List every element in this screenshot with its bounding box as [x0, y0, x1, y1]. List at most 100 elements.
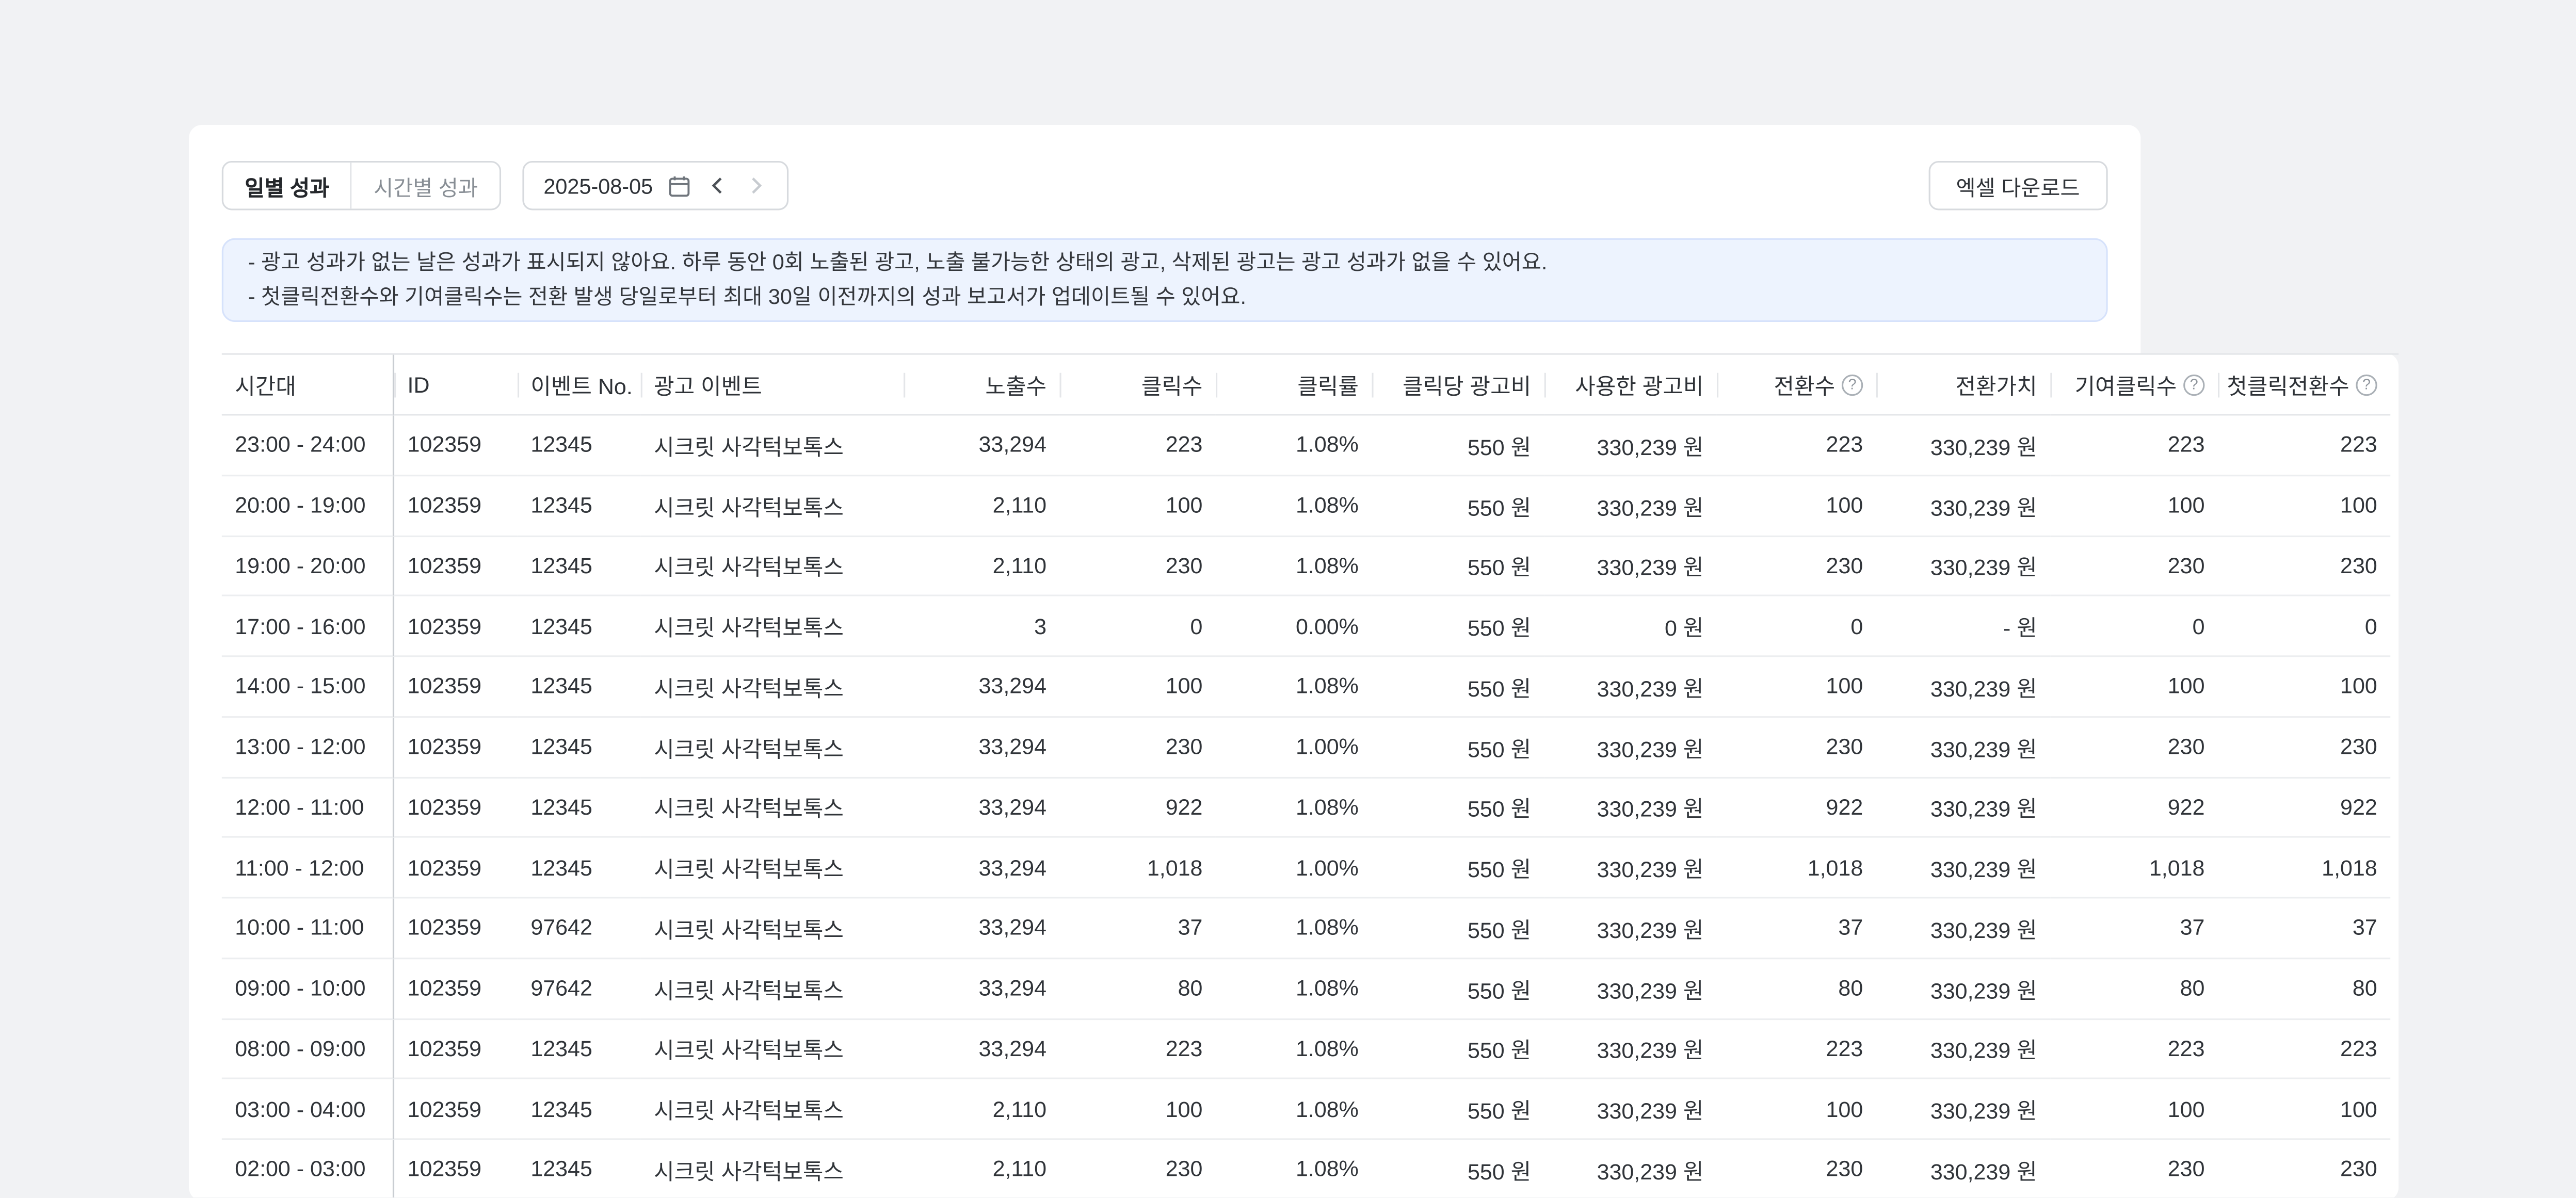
table-cell: 330,239 원 — [1544, 959, 1717, 1019]
table-cell: 23:00 - 24:00 — [222, 415, 394, 476]
table-cell: 97642 — [518, 959, 641, 1019]
help-icon[interactable]: ? — [2356, 374, 2377, 395]
date-picker[interactable]: 2025-08-05 — [522, 161, 789, 211]
column-header: 첫클릭전환수? — [2218, 355, 2390, 416]
table-cell: 330,239 원 — [1876, 838, 2050, 898]
table-cell: 37 — [1717, 898, 1876, 959]
table-cell: 922 — [1717, 778, 1876, 838]
table-cell: 12345 — [518, 415, 641, 476]
excel-download-button[interactable]: 엑셀 다운로드 — [1928, 161, 2107, 211]
table-cell: 100 — [1717, 476, 1876, 536]
table-cell: 1,018 — [2050, 838, 2218, 898]
tab-hourly-performance[interactable]: 시간별 성과 — [351, 163, 500, 208]
table-cell: - 원 — [1876, 596, 2050, 657]
table-row: 11:00 - 12:0010235912345시크릿 사각턱보톡스33,294… — [222, 838, 2398, 898]
column-header: 기여클릭수? — [2050, 355, 2218, 416]
table-cell: 102359 — [394, 1140, 518, 1198]
calendar-icon[interactable] — [668, 173, 693, 198]
table-cell: 02:00 - 03:00 — [222, 1140, 394, 1198]
table-cell: 100 — [2218, 1079, 2390, 1140]
column-header-label: 기여클릭수 — [2075, 368, 2177, 401]
table-row: 02:00 - 03:0010235912345시크릿 사각턱보톡스2,1102… — [222, 1140, 2398, 1198]
table-cell: 12345 — [518, 1019, 641, 1079]
table-cell: 100 — [2218, 476, 2390, 536]
table-cell: 0 원 — [1544, 596, 1717, 657]
table-cell: 330,239 원 — [1876, 778, 2050, 838]
previous-day-button chevron-left-icon[interactable] — [707, 174, 730, 197]
column-header-label: ID — [408, 372, 430, 397]
table-cell: 550 원 — [1372, 415, 1544, 476]
table-cell: 330,239 원 — [1544, 657, 1717, 717]
table-cell: 33,294 — [904, 898, 1059, 959]
help-icon[interactable]: ? — [1842, 374, 1863, 395]
table-cell: 330,239 원 — [1876, 959, 2050, 1019]
column-header-label: 클릭당 광고비 — [1403, 368, 1531, 401]
table-cell: 550 원 — [1372, 1079, 1544, 1140]
table-cell: 3 — [904, 596, 1059, 657]
table-cell: 1.08% — [1216, 536, 1372, 596]
table-cell: 102359 — [394, 476, 518, 536]
table-cell: 11:00 - 12:00 — [222, 838, 394, 898]
table-cell: 330,239 원 — [1876, 536, 2050, 596]
table-cell: 1.08% — [1216, 476, 1372, 536]
table-cell: 0 — [2218, 596, 2390, 657]
table-cell: 1,018 — [1717, 838, 1876, 898]
table-cell: 330,239 원 — [1544, 838, 1717, 898]
table-cell: 100 — [1059, 657, 1215, 717]
table-cell: 230 — [2218, 717, 2390, 778]
notice-line-1: - 광고 성과가 없는 날은 성과가 표시되지 않아요. 하루 동안 0회 노출… — [248, 247, 2082, 280]
table-cell: 330,239 원 — [1876, 1019, 2050, 1079]
table-row: 23:00 - 24:0010235912345시크릿 사각턱보톡스33,294… — [222, 415, 2398, 476]
table-cell: 550 원 — [1372, 657, 1544, 717]
table-cell: 33,294 — [904, 657, 1059, 717]
table-cell: 223 — [1717, 415, 1876, 476]
table-cell: 230 — [1059, 1140, 1215, 1198]
column-header: 전환수? — [1717, 355, 1876, 416]
table-cell: 시크릿 사각턱보톡스 — [641, 1140, 904, 1198]
table-cell: 시크릿 사각턱보톡스 — [641, 959, 904, 1019]
help-icon[interactable]: ? — [2183, 374, 2204, 395]
table-cell: 330,239 원 — [1876, 476, 2050, 536]
column-header: 전환가치 — [1876, 355, 2050, 416]
table-cell: 10:00 - 11:00 — [222, 898, 394, 959]
column-header-label: 전환가치 — [1956, 368, 2037, 401]
table-cell: 223 — [2050, 1019, 2218, 1079]
table-cell: 1.08% — [1216, 959, 1372, 1019]
table-cell: 230 — [2218, 1140, 2390, 1198]
table-cell: 102359 — [394, 596, 518, 657]
table-cell: 37 — [2050, 898, 2218, 959]
table-cell: 12345 — [518, 838, 641, 898]
tab-daily-performance[interactable]: 일별 성과 — [223, 163, 351, 208]
table-cell: 80 — [2050, 959, 2218, 1019]
table-cell: 330,239 원 — [1876, 415, 2050, 476]
table-cell: 시크릿 사각턱보톡스 — [641, 778, 904, 838]
table-cell: 1.08% — [1216, 1019, 1372, 1079]
table-cell: 230 — [1717, 717, 1876, 778]
table-cell: 550 원 — [1372, 596, 1544, 657]
table-cell: 330,239 원 — [1876, 717, 2050, 778]
table-cell: 230 — [1717, 1140, 1876, 1198]
table-cell: 100 — [2050, 1079, 2218, 1140]
table-cell: 102359 — [394, 959, 518, 1019]
table-row: 13:00 - 12:0010235912345시크릿 사각턱보톡스33,294… — [222, 717, 2398, 778]
table-cell: 80 — [1717, 959, 1876, 1019]
table-cell: 2,110 — [904, 1140, 1059, 1198]
table-cell: 100 — [1717, 657, 1876, 717]
next-day-button chevron-right-icon[interactable] — [745, 174, 768, 197]
table-cell: 33,294 — [904, 959, 1059, 1019]
table-cell: 550 원 — [1372, 898, 1544, 959]
table-cell: 09:00 - 10:00 — [222, 959, 394, 1019]
notice-line-2: - 첫클릭전환수와 기여클릭수는 전환 발생 당일로부터 최대 30일 이전까지… — [248, 280, 2082, 314]
table-cell: 922 — [2050, 778, 2218, 838]
table-cell: 14:00 - 15:00 — [222, 657, 394, 717]
table-cell: 시크릿 사각턱보톡스 — [641, 898, 904, 959]
table-cell: 330,239 원 — [1544, 536, 1717, 596]
toolbar: 일별 성과 시간별 성과 2025-08-05 — [222, 161, 2108, 211]
column-header: 노출수 — [904, 355, 1059, 416]
table-row: 20:00 - 19:0010235912345시크릿 사각턱보톡스2,1101… — [222, 476, 2398, 536]
column-header: 시간대 — [222, 355, 394, 416]
table-cell: 17:00 - 16:00 — [222, 596, 394, 657]
table-cell: 550 원 — [1372, 536, 1544, 596]
table-cell: 1.00% — [1216, 838, 1372, 898]
table-cell: 330,239 원 — [1876, 1079, 2050, 1140]
